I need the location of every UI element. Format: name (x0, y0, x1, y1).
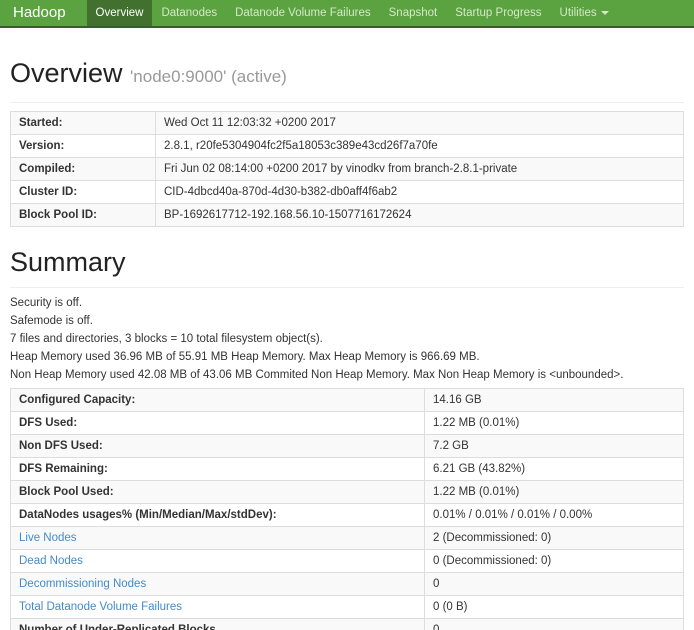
row-value: 2 (Decommissioned: 0) (425, 527, 684, 550)
nav-item-snapshot[interactable]: Snapshot (380, 0, 447, 26)
table-row: Non DFS Used:7.2 GB (11, 435, 684, 458)
row-value: BP-1692617712-192.168.56.10-150771617262… (156, 204, 684, 227)
table-row: Version:2.8.1, r20fe5304904fc2f5a18053c3… (11, 135, 684, 158)
overview-tbody: Started:Wed Oct 11 12:03:32 +0200 2017Ve… (11, 112, 684, 227)
row-label: Non DFS Used: (11, 435, 425, 458)
total-datanode-volume-failures-link[interactable]: Total Datanode Volume Failures (19, 601, 182, 613)
navbar-menu: OverviewDatanodesDatanode Volume Failure… (87, 0, 618, 26)
row-value: 7.2 GB (425, 435, 684, 458)
table-row: Compiled:Fri Jun 02 08:14:00 +0200 2017 … (11, 158, 684, 181)
table-row: DFS Remaining:6.21 GB (43.82%) (11, 458, 684, 481)
row-value: 1.22 MB (0.01%) (425, 481, 684, 504)
navbar: Hadoop OverviewDatanodesDatanode Volume … (0, 0, 694, 28)
table-row: DFS Used:1.22 MB (0.01%) (11, 412, 684, 435)
row-label: Compiled: (11, 158, 156, 181)
nav-item-datanode-volume-failures[interactable]: Datanode Volume Failures (226, 0, 380, 26)
page-title: Overview 'node0:9000' (active) (10, 58, 684, 92)
nav-item-datanodes[interactable]: Datanodes (152, 0, 226, 26)
row-value: CID-4dbcd40a-870d-4d30-b382-db0aff4f6ab2 (156, 181, 684, 204)
table-row: Live Nodes 2 (Decommissioned: 0) (11, 527, 684, 550)
row-label: Live Nodes (11, 527, 425, 550)
table-row: Dead Nodes 0 (Decommissioned: 0) (11, 550, 684, 573)
row-value: 6.21 GB (43.82%) (425, 458, 684, 481)
row-value: 1.22 MB (0.01%) (425, 412, 684, 435)
page-title-text: Overview (10, 58, 123, 88)
row-label: DFS Used: (11, 412, 425, 435)
summary-text-line: Safemode is off. (10, 316, 684, 328)
nav-item-startup-progress[interactable]: Startup Progress (446, 0, 550, 26)
nav-item-overview[interactable]: Overview (87, 0, 153, 26)
main-content: Overview 'node0:9000' (active) Started:W… (0, 58, 694, 630)
row-label: DFS Remaining: (11, 458, 425, 481)
summary-table: Configured Capacity:14.16 GBDFS Used:1.2… (10, 388, 684, 630)
overview-table: Started:Wed Oct 11 12:03:32 +0200 2017Ve… (10, 111, 684, 227)
row-label: Dead Nodes (11, 550, 425, 573)
row-label: Version: (11, 135, 156, 158)
summary-text-line: 7 files and directories, 3 blocks = 10 t… (10, 334, 684, 346)
row-value: 0 (0 B) (425, 596, 684, 619)
row-label: Total Datanode Volume Failures (11, 596, 425, 619)
table-row: Total Datanode Volume Failures 0 (0 B) (11, 596, 684, 619)
row-label: Configured Capacity: (11, 389, 425, 412)
live-nodes-link[interactable]: Live Nodes (19, 532, 77, 544)
row-value: Fri Jun 02 08:14:00 +0200 2017 by vinodk… (156, 158, 684, 181)
table-row: Started:Wed Oct 11 12:03:32 +0200 2017 (11, 112, 684, 135)
nav-item-utilities[interactable]: Utilities (551, 0, 618, 26)
divider (10, 102, 684, 103)
row-value: 0 (425, 619, 684, 630)
table-row: Number of Under-Replicated Blocks0 (11, 619, 684, 630)
summary-title: Summary (10, 247, 684, 277)
row-label: Number of Under-Replicated Blocks (11, 619, 425, 630)
page-subtitle: 'node0:9000' (active) (130, 67, 287, 86)
row-label: Cluster ID: (11, 181, 156, 204)
row-label: Started: (11, 112, 156, 135)
row-value: 2.8.1, r20fe5304904fc2f5a18053c389e43cd2… (156, 135, 684, 158)
chevron-down-icon (601, 11, 609, 15)
summary-tbody: Configured Capacity:14.16 GBDFS Used:1.2… (11, 389, 684, 630)
row-value: 0 (Decommissioned: 0) (425, 550, 684, 573)
divider (10, 287, 684, 288)
summary-paragraphs: Security is off. Safemode is off. 7 files … (10, 298, 684, 382)
decommissioning-nodes-link[interactable]: Decommissioning Nodes (19, 578, 146, 590)
table-row: Configured Capacity:14.16 GB (11, 389, 684, 412)
summary-text-line: Non Heap Memory used 42.08 MB of 43.06 M… (10, 370, 684, 382)
summary-text-line: Heap Memory used 36.96 MB of 55.91 MB He… (10, 352, 684, 364)
row-label: DataNodes usages% (Min/Median/Max/stdDev… (11, 504, 425, 527)
dead-nodes-link[interactable]: Dead Nodes (19, 555, 83, 567)
row-label: Decommissioning Nodes (11, 573, 425, 596)
row-value: Wed Oct 11 12:03:32 +0200 2017 (156, 112, 684, 135)
row-value: 0.01% / 0.01% / 0.01% / 0.00% (425, 504, 684, 527)
table-row: Block Pool Used:1.22 MB (0.01%) (11, 481, 684, 504)
row-label: Block Pool Used: (11, 481, 425, 504)
row-value: 14.16 GB (425, 389, 684, 412)
table-row: DataNodes usages% (Min/Median/Max/stdDev… (11, 504, 684, 527)
row-value: 0 (425, 573, 684, 596)
navbar-brand[interactable]: Hadoop (0, 0, 79, 26)
row-label: Block Pool ID: (11, 204, 156, 227)
table-row: Decommissioning Nodes 0 (11, 573, 684, 596)
summary-text-line: Security is off. (10, 298, 684, 310)
table-row: Block Pool ID:BP-1692617712-192.168.56.1… (11, 204, 684, 227)
table-row: Cluster ID:CID-4dbcd40a-870d-4d30-b382-d… (11, 181, 684, 204)
